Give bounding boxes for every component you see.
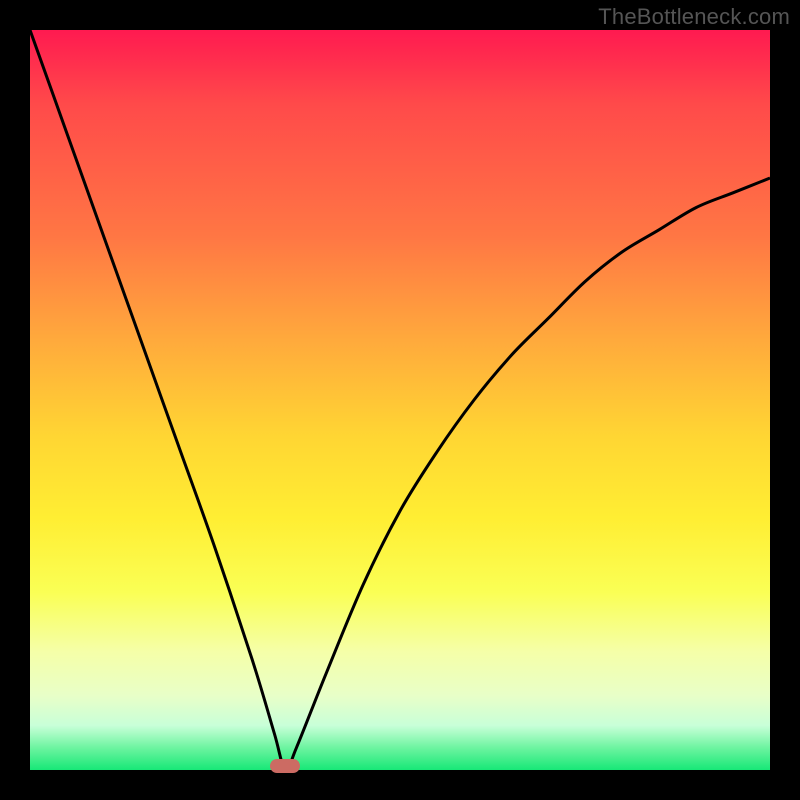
chart-frame: TheBottleneck.com: [0, 0, 800, 800]
curve-path: [30, 30, 770, 770]
minimum-marker: [270, 759, 300, 773]
bottleneck-curve: [30, 30, 770, 770]
chart-plot-area: [30, 30, 770, 770]
watermark-text: TheBottleneck.com: [598, 4, 790, 30]
